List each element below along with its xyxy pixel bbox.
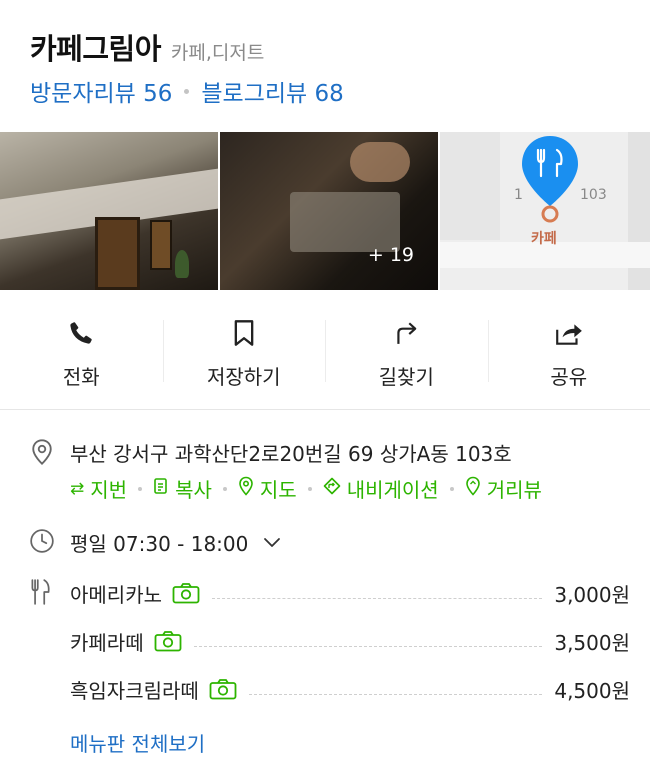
photo-storefront[interactable]: [0, 132, 218, 290]
camera-icon[interactable]: [209, 678, 237, 700]
blog-reviews-link[interactable]: 블로그리뷰 68: [201, 74, 343, 108]
menu-dotted-leader: [193, 645, 543, 647]
hours-text-wrap: 평일 07:30 - 18:00: [70, 528, 282, 557]
restaurant-marker-icon: [522, 136, 578, 223]
map-place-label: 카페: [531, 231, 557, 247]
copy-icon: [153, 477, 169, 500]
photo-door-shape: [95, 217, 140, 290]
photo-window-shape: [150, 220, 172, 270]
call-button[interactable]: 전화: [0, 290, 163, 409]
copy-label: 복사: [175, 478, 212, 502]
map-number-label: 103: [580, 187, 607, 203]
review-row: 방문자리뷰 56 블로그리뷰 68: [30, 74, 344, 108]
menu-dotted-leader: [212, 597, 543, 599]
photo-plant-shape: [175, 250, 189, 278]
bookmark-icon: [229, 318, 259, 348]
place-header: 카페그림아 카페,디저트 방문자리뷰 56 블로그리뷰 68: [0, 0, 650, 132]
directions-label: 길찾기: [378, 365, 434, 389]
business-hours: 평일 07:30 - 18:00: [70, 532, 249, 556]
map-pin-icon: [238, 476, 254, 501]
map-block: [440, 132, 500, 240]
navigation-label: 내비게이션: [346, 478, 439, 502]
directions-icon: [391, 318, 421, 348]
menu-item-name: 흑임자크림라떼: [70, 678, 199, 703]
camera-icon[interactable]: [172, 582, 200, 604]
separator-dot: [307, 486, 312, 491]
street-view-link[interactable]: 거리뷰: [465, 474, 542, 503]
visitor-reviews-link[interactable]: 방문자리뷰 56: [30, 74, 172, 108]
map-link[interactable]: 지도: [238, 474, 297, 503]
separator-dot: [222, 486, 227, 491]
chevron-down-icon[interactable]: [262, 531, 282, 555]
menu-item-name: 카페라떼: [70, 630, 144, 655]
menu-item-price: 4,500원: [554, 678, 630, 703]
photo-strip: + 19 1 103 카페: [0, 132, 650, 290]
map-thumbnail[interactable]: 1 103 카페: [440, 132, 650, 290]
copy-link[interactable]: 복사: [153, 474, 212, 503]
action-bar: 전화 저장하기 길찾기 공유: [0, 290, 650, 410]
clock-icon: [28, 527, 56, 555]
lot-address-link[interactable]: ⇄ 지번: [70, 474, 127, 503]
place-category: 카페,디저트: [170, 42, 265, 64]
address-links: ⇄ 지번 복사 지도 내비게이션 거리뷰: [70, 474, 542, 503]
separator-dot: [449, 486, 454, 491]
separator-dot: [184, 88, 190, 94]
share-label: 공유: [550, 365, 588, 389]
lot-address-label: 지번: [90, 478, 128, 502]
camera-icon[interactable]: [154, 630, 182, 652]
photo-arm-shape: [350, 142, 410, 182]
fork-knife-icon: [28, 578, 54, 610]
navigation-link[interactable]: 내비게이션: [323, 474, 439, 503]
menu-dotted-leader: [248, 693, 543, 695]
share-button[interactable]: 공유: [487, 290, 650, 409]
more-photos-count: + 19: [367, 244, 414, 266]
menu-item-name: 아메리카노: [70, 582, 162, 607]
photo-espresso-machine[interactable]: + 19: [220, 132, 438, 290]
address-text: 부산 강서구 과학산단2로20번길 69 상가A동 103호: [70, 442, 512, 466]
swap-icon: ⇄: [70, 478, 85, 499]
phone-icon: [66, 318, 96, 348]
menu-item: 흑임자크림라떼 4,500원: [70, 674, 630, 704]
save-label: 저장하기: [206, 365, 281, 389]
save-button[interactable]: 저장하기: [162, 290, 326, 409]
directions-button[interactable]: 길찾기: [325, 290, 488, 409]
separator-dot: [138, 486, 143, 491]
view-full-menu-link[interactable]: 메뉴판 전체보기: [70, 728, 205, 757]
location-pin-icon: [28, 438, 56, 466]
car-icon: [323, 477, 341, 500]
menu-item: 아메리카노 3,000원: [70, 578, 630, 608]
street-view-icon: [465, 476, 481, 501]
map-label: 지도: [259, 478, 297, 502]
menu-item: 카페라떼 3,500원: [70, 626, 630, 656]
hours-row[interactable]: 평일 07:30 - 18:00: [28, 527, 281, 556]
share-icon: [554, 318, 584, 348]
street-view-label: 거리뷰: [486, 478, 542, 502]
place-name: 카페그림아: [30, 32, 161, 66]
call-label: 전화: [62, 365, 100, 389]
address-row: 부산 강서구 과학산단2로20번길 69 상가A동 103호: [28, 438, 512, 466]
menu-item-price: 3,500원: [554, 630, 630, 655]
title-row: 카페그림아 카페,디저트: [30, 26, 264, 68]
menu-item-price: 3,000원: [554, 582, 630, 607]
photo-machine-shape: [290, 192, 400, 252]
